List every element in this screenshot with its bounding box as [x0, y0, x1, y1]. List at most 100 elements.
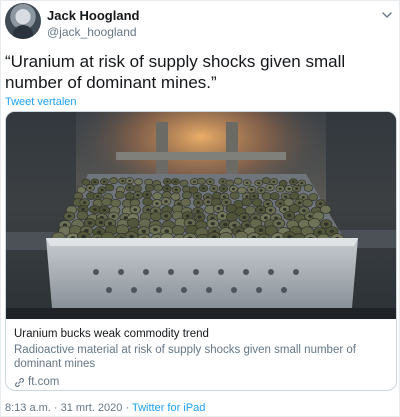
- pellet-hole-texture: [103, 180, 106, 183]
- pellet-hole-texture: [295, 187, 299, 190]
- pellet-texture: [320, 205, 332, 214]
- avatar[interactable]: [5, 3, 41, 39]
- pellet-hole-texture: [250, 188, 253, 191]
- pellet-texture: [142, 197, 153, 207]
- chevron-down-icon[interactable]: [381, 9, 393, 21]
- display-name[interactable]: Jack Hoogland: [47, 8, 139, 23]
- pellet-hole-texture: [129, 234, 134, 239]
- pellet-hole-texture: [96, 230, 102, 234]
- pellet-hole-texture: [196, 201, 200, 204]
- pellet-hole-texture: [291, 180, 295, 183]
- pellet-texture: [170, 192, 181, 201]
- pellet-hole-texture: [308, 214, 312, 218]
- author-names[interactable]: Jack Hoogland @jack_hoogland: [47, 8, 139, 39]
- pellet-texture: [308, 218, 321, 228]
- pellet-hole-texture: [223, 223, 228, 227]
- pellet-hole-texture: [302, 209, 306, 213]
- pellet-hole-texture: [268, 186, 272, 189]
- pellet-hole-texture: [96, 195, 100, 198]
- pellet-hole-texture: [195, 194, 199, 198]
- pellet-texture: [289, 191, 300, 200]
- pellet-texture: [153, 184, 163, 192]
- pellet-hole-texture: [155, 202, 159, 205]
- pellet-hole-texture: [197, 215, 202, 219]
- pellet-texture: [144, 184, 155, 192]
- pellet-hole-texture: [252, 195, 256, 198]
- pellet-hole-texture: [324, 222, 329, 226]
- link-icon: [15, 377, 24, 387]
- pellet-hole-texture: [242, 215, 247, 220]
- pellet-hole-texture: [287, 187, 291, 190]
- tweet-date[interactable]: 31 mrt. 2020: [61, 402, 123, 414]
- tweet-footer: 8:13 a.m. · 31 mrt. 2020 · Twitter for i…: [5, 402, 205, 415]
- pellet-hole-texture: [87, 221, 92, 225]
- pellet-hole-texture: [145, 193, 149, 196]
- pellet-hole-texture: [208, 180, 212, 183]
- pellet-hole-texture: [221, 180, 225, 183]
- pellet-hole-texture: [257, 182, 261, 185]
- card-title[interactable]: Uranium bucks weak commodity trend: [14, 327, 390, 341]
- tweet-header: Jack Hoogland @jack_hoogland: [5, 3, 397, 43]
- pellet-hole-texture: [196, 209, 200, 213]
- pellet-texture: [101, 197, 112, 207]
- pellet-hole-texture: [201, 187, 205, 190]
- pellet-hole-texture: [287, 213, 292, 218]
- pellet-texture: [180, 198, 191, 207]
- pellet-texture: [241, 197, 252, 207]
- pellet-texture: [303, 184, 314, 192]
- pellet-texture: [114, 191, 125, 199]
- pellet-texture: [225, 212, 238, 222]
- pellet-hole-texture: [164, 214, 169, 218]
- pellet-texture: [229, 191, 240, 200]
- pellet-hole-texture: [222, 187, 225, 190]
- pellet-hole-texture: [231, 187, 235, 191]
- pellet-hole-texture: [164, 229, 169, 233]
- pellet-texture: [225, 179, 235, 187]
- pellet-hole-texture: [276, 221, 281, 225]
- card-domain[interactable]: ft.com: [14, 375, 390, 389]
- pellet-hole-texture: [297, 201, 302, 205]
- pellet-hole-texture: [128, 179, 132, 182]
- pellet-texture: [269, 192, 280, 201]
- pellet-hole-texture: [141, 229, 146, 234]
- card-image[interactable]: [6, 112, 396, 319]
- pellet-hole-texture: [67, 214, 72, 218]
- pellet-texture: [134, 178, 143, 186]
- uranium-pellets-photo: [6, 112, 396, 319]
- pellet-hole-texture: [284, 195, 288, 198]
- pellet-texture: [150, 211, 163, 221]
- pellet-hole-texture: [107, 221, 113, 225]
- tweet-source-link[interactable]: Twitter for iPad: [132, 402, 205, 414]
- tweet-time[interactable]: 8:13 a.m.: [5, 402, 51, 414]
- pellet-texture: [197, 177, 206, 185]
- pellet-hole-texture: [206, 200, 210, 204]
- pellet-texture: [181, 191, 192, 200]
- pellet-texture: [104, 183, 115, 192]
- pellet-hole-texture: [220, 214, 225, 218]
- card-description[interactable]: Radioactive material at risk of supply s…: [14, 343, 390, 371]
- pellet-hole-texture: [222, 195, 226, 198]
- card-body[interactable]: Uranium bucks weak commodity trend Radio…: [14, 327, 390, 389]
- pellet-hole-texture: [136, 194, 140, 197]
- link-card[interactable]: Uranium bucks weak commodity trend Radio…: [5, 111, 397, 391]
- pellet-hole-texture: [301, 196, 305, 199]
- pellet-hole-texture: [111, 214, 116, 218]
- pellet-hole-texture: [259, 208, 263, 212]
- translate-tweet-link[interactable]: Tweet vertalen: [5, 96, 77, 109]
- pellet-hole-texture: [165, 187, 169, 190]
- pellet-hole-texture: [93, 180, 97, 184]
- pellet-hole-texture: [98, 220, 103, 225]
- pellet-hole-texture: [278, 202, 282, 205]
- pellet-texture: [237, 186, 247, 195]
- pellet-hole-texture: [266, 202, 270, 206]
- pellet-hole-texture: [81, 234, 86, 239]
- pellet-texture: [126, 218, 140, 228]
- pellet-hole-texture: [258, 228, 264, 232]
- pellet-hole-texture: [268, 208, 273, 212]
- pellet-hole-texture: [287, 234, 292, 239]
- tweet-text: “Uranium at risk of supply shocks given …: [5, 52, 346, 92]
- user-handle[interactable]: @jack_hoogland: [47, 25, 139, 39]
- footer-separator: ·: [50, 402, 61, 414]
- pellet-hole-texture: [81, 207, 85, 211]
- pellet-texture: [302, 198, 313, 208]
